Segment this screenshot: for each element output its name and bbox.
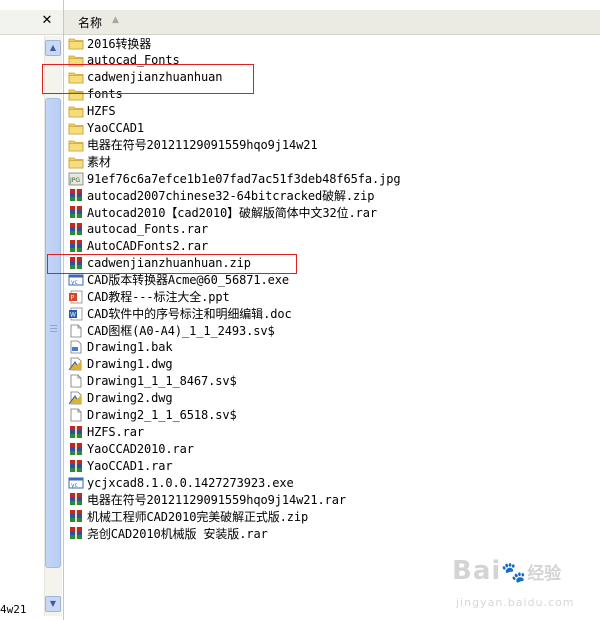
dwg-file-icon — [68, 391, 84, 405]
archive-icon — [68, 239, 84, 253]
scroll-down-button[interactable]: ▼ — [45, 596, 61, 612]
file-name: CAD教程---标注大全.ppt — [87, 290, 230, 305]
file-name: AutoCADFonts2.rar — [87, 239, 209, 254]
vertical-scrollbar[interactable]: ▲ ▼ — [44, 36, 62, 616]
file-row[interactable]: yc ycjxcad8.1.0.0.1427273923.exe — [68, 474, 400, 491]
svg-text:W: W — [70, 311, 76, 318]
file-name: 2016转换器 — [87, 36, 152, 51]
file-name: Drawing1_1_1_8467.sv$ — [87, 374, 237, 389]
archive-icon — [68, 509, 84, 523]
file-row[interactable]: P CAD教程---标注大全.ppt — [68, 288, 400, 305]
file-name: 素材 — [87, 155, 111, 170]
file-row[interactable]: 尧创CAD2010机械版 安装版.rar — [68, 525, 400, 542]
generic-file-icon — [68, 374, 84, 388]
exe-file-icon: yc — [68, 273, 84, 287]
archive-icon — [68, 205, 84, 219]
file-row[interactable]: YaoCCAD1.rar — [68, 457, 400, 474]
file-name: Drawing2_1_1_6518.sv$ — [87, 408, 237, 423]
file-name: YaoCCAD1 — [87, 120, 144, 135]
file-name: HZFS.rar — [87, 424, 144, 439]
clipped-tree-label: 4w21 — [0, 603, 27, 616]
archive-icon — [68, 442, 84, 456]
file-name: CAD图框(A0-A4)_1_1_2493.sv$ — [87, 324, 275, 339]
file-row[interactable]: Autocad2010【cad2010】破解版简体中文32位.rar — [68, 204, 400, 221]
dwg-file-icon — [68, 357, 84, 371]
generic-file-icon — [68, 408, 84, 422]
file-row[interactable]: W CAD软件中的序号标注和明细编辑.doc — [68, 305, 400, 322]
file-row[interactable]: Drawing1_1_1_8467.sv$ — [68, 373, 400, 390]
file-name: YaoCCAD2010.rar — [87, 441, 194, 456]
file-row[interactable]: Drawing1.bak — [68, 339, 400, 356]
exe-file-icon: yc — [68, 476, 84, 490]
svg-text:yc: yc — [71, 482, 78, 489]
file-list: 2016转换器 autocad_Fonts cadwenjianzhuanhuan f… — [68, 35, 401, 542]
highlight-box-folder — [42, 64, 254, 94]
folder-icon — [68, 36, 84, 50]
file-row[interactable]: 素材 — [68, 153, 400, 170]
ppt-file-icon: P — [68, 290, 84, 304]
file-name: 91ef76c6a7efce1b1e07fad7ac51f3deb48f65fa… — [87, 171, 401, 186]
file-row[interactable]: HZFS.rar — [68, 423, 400, 440]
file-name: Drawing1.dwg — [87, 357, 173, 372]
scrollbar-thumb[interactable] — [45, 98, 61, 568]
sort-ascending-icon: ▲ — [112, 15, 119, 25]
folder-icon — [68, 121, 84, 135]
archive-icon — [68, 492, 84, 506]
file-name: Drawing1.bak — [87, 340, 173, 355]
jpg-file-icon: JPG — [68, 172, 84, 186]
file-row[interactable]: autocad2007chinese32-64bitcracked破解.zip — [68, 187, 400, 204]
column-header-name[interactable]: 名称 ▲ — [64, 10, 600, 35]
file-name: 尧创CAD2010机械版 安装版.rar — [87, 526, 268, 541]
file-name: 电器在符号20121129091559hqo9j14w21.rar — [87, 493, 346, 507]
file-row[interactable]: YaoCCAD1 — [68, 119, 400, 136]
highlight-box-zip — [47, 254, 297, 274]
folder-icon — [68, 138, 84, 152]
file-name: HZFS — [87, 104, 116, 118]
svg-text:P: P — [71, 294, 75, 301]
scrollbar-grip-icon — [50, 325, 57, 332]
archive-icon — [68, 526, 84, 540]
file-row[interactable]: 2016转换器 — [68, 35, 400, 52]
watermark-logo-suffix: 经验 — [527, 564, 562, 584]
watermark-logo: Bai — [452, 556, 502, 586]
generic-file-icon — [68, 324, 84, 338]
file-row[interactable]: AutoCADFonts2.rar — [68, 238, 400, 255]
column-name-label: 名称 — [78, 16, 103, 30]
file-row[interactable]: CAD图框(A0-A4)_1_1_2493.sv$ — [68, 322, 400, 339]
archive-icon — [68, 425, 84, 439]
file-name: autocad2007chinese32-64bitcracked破解.zip — [87, 188, 375, 203]
archive-icon — [68, 459, 84, 473]
file-row[interactable]: Drawing2.dwg — [68, 390, 400, 407]
file-row[interactable]: 电器在符号20121129091559hqo9j14w21.rar — [68, 491, 400, 508]
file-row[interactable]: YaoCCAD2010.rar — [68, 440, 400, 457]
file-name: autocad_Fonts.rar — [87, 222, 209, 237]
baidu-jingyan-watermark: Bai🐾经验 jingyan.baidu.com — [452, 556, 575, 609]
file-name: CAD软件中的序号标注和明细编辑.doc — [87, 307, 292, 322]
folder-icon — [68, 104, 84, 118]
scroll-up-button[interactable]: ▲ — [45, 40, 61, 56]
file-name: 电器在符号20121129091559hqo9j14w21 — [87, 138, 318, 153]
file-row[interactable]: autocad_Fonts.rar — [68, 221, 400, 238]
file-row[interactable]: 机械工程师CAD2010完美破解正式版.zip — [68, 508, 400, 525]
close-pane-button[interactable]: ✕ — [38, 12, 56, 30]
file-row[interactable]: 电器在符号20121129091559hqo9j14w21 — [68, 136, 400, 153]
file-row[interactable]: Drawing1.dwg — [68, 356, 400, 373]
file-name: 机械工程师CAD2010完美破解正式版.zip — [87, 509, 309, 524]
folder-icon — [68, 155, 84, 169]
file-name: YaoCCAD1.rar — [87, 458, 173, 473]
svg-text:yc: yc — [71, 279, 78, 286]
svg-text:JPG: JPG — [69, 177, 80, 184]
file-row[interactable]: HZFS — [68, 103, 400, 120]
archive-icon — [68, 222, 84, 236]
doc-file-icon: W — [68, 307, 84, 321]
file-name: Drawing2.dwg — [87, 391, 173, 406]
file-row[interactable]: Drawing2_1_1_6518.sv$ — [68, 407, 400, 424]
bak-file-icon — [68, 340, 84, 354]
file-row[interactable]: yc CAD版本转换器Acme@60_56871.exe — [68, 271, 400, 288]
watermark-url: jingyan.baidu.com — [456, 596, 575, 609]
archive-icon — [68, 188, 84, 202]
file-name: ycjxcad8.1.0.0.1427273923.exe — [87, 475, 294, 490]
file-name: Autocad2010【cad2010】破解版简体中文32位.rar — [87, 205, 377, 220]
file-row[interactable]: JPG 91ef76c6a7efce1b1e07fad7ac51f3deb48f6… — [68, 170, 401, 187]
